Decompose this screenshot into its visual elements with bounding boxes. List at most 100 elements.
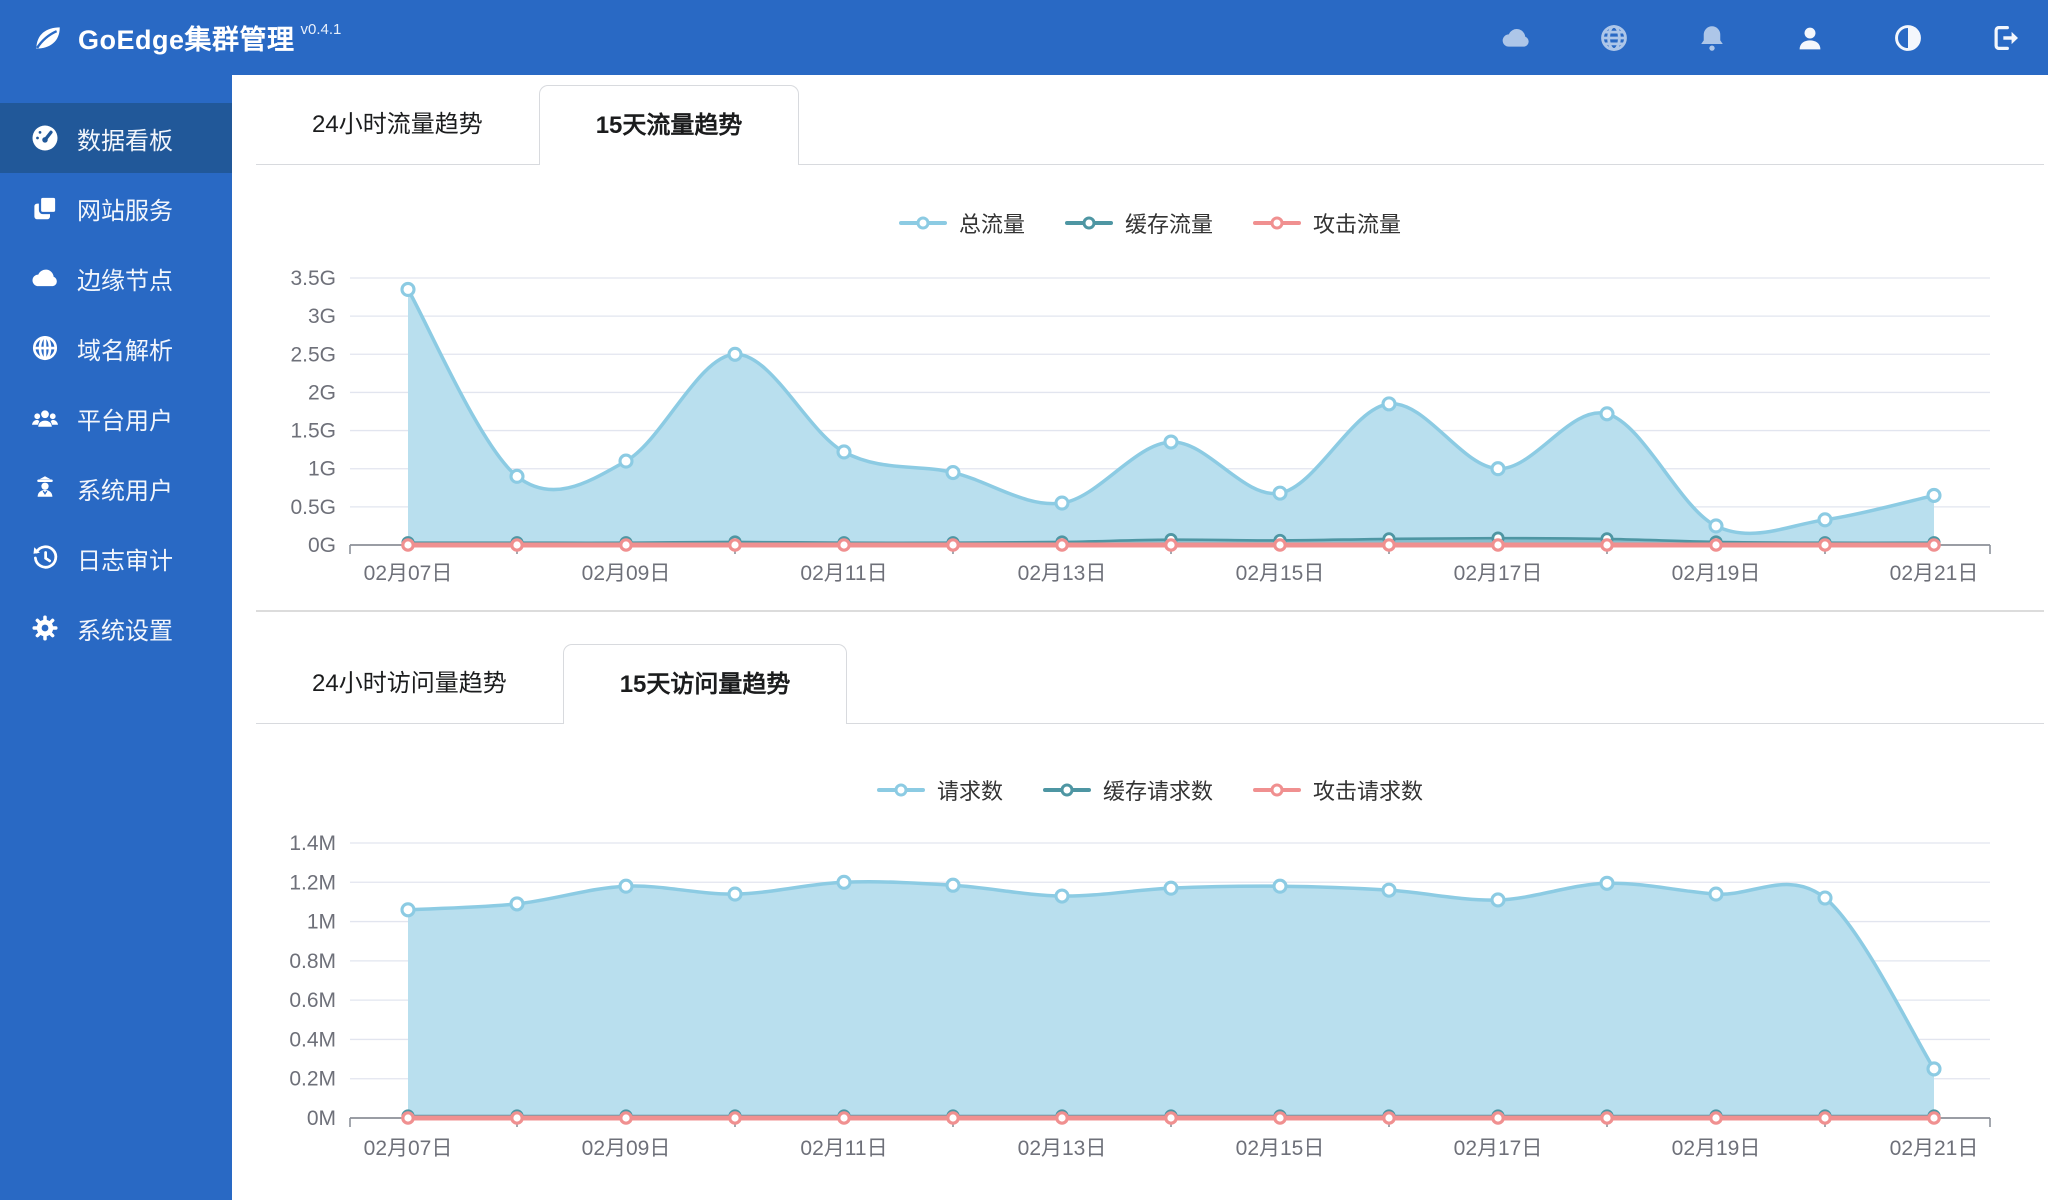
legend-item[interactable]: 缓存流量 (1064, 207, 1213, 239)
x-axis-label: 02月11日 (800, 1137, 887, 1160)
data-point (510, 1111, 524, 1125)
data-point (618, 453, 634, 469)
legend-label: 请求数 (936, 779, 1003, 804)
traffic-trend-panel: 24小时流量趋势 15天流量趋势 总流量 缓存流量 攻击流量 0G 0.5G 1G 1.5… (256, 85, 2044, 612)
data-point (1381, 396, 1397, 412)
system-users-icon (30, 473, 60, 503)
app-title: GoEdge集群管理 (78, 25, 295, 55)
data-point (946, 1111, 960, 1125)
data-point (1818, 1111, 1832, 1125)
data-point (1273, 1111, 1287, 1125)
data-point (1709, 538, 1723, 552)
x-axis-label: 02月21日 (1890, 562, 1979, 585)
sidebar-item-platform-users[interactable]: 平台用户 (0, 383, 232, 453)
sidebar: 数据看板 网站服务 边缘节点 域名解析 平台用户 系统用户 日志审计 系统设置 (0, 75, 232, 1200)
data-point (1818, 538, 1832, 552)
y-axis-label: 1M (307, 911, 336, 934)
sidebar-item-label: 边缘节点 (77, 267, 173, 295)
data-point (945, 464, 961, 481)
cloud-icon[interactable] (1500, 22, 1532, 54)
data-point (400, 281, 416, 297)
y-axis-label: 1G (308, 458, 336, 481)
data-point (400, 902, 416, 918)
sidebar-item-label: 平台用户 (77, 407, 173, 435)
legend-item[interactable]: 缓存请求数 (1042, 774, 1213, 806)
data-point (509, 468, 525, 484)
legend-item[interactable]: 总流量 (898, 207, 1025, 239)
y-axis-label: 3.5G (290, 267, 336, 290)
tab-15d-requests[interactable]: 15天访问量趋势 (562, 644, 848, 724)
x-axis-label: 02月19日 (1672, 562, 1761, 585)
sign-out-icon[interactable] (1990, 22, 2022, 54)
data-point (1163, 434, 1179, 450)
sidebar-item-label: 域名解析 (77, 337, 173, 365)
series-area-0 (408, 881, 1934, 1118)
tab-24h-traffic[interactable]: 24小时流量趋势 (256, 85, 539, 164)
sidebar-item-dns[interactable]: 域名解析 (0, 313, 232, 383)
data-point (619, 1111, 633, 1125)
y-axis-label: 0M (307, 1107, 336, 1130)
data-point (945, 877, 961, 893)
data-point (1055, 1111, 1069, 1125)
legend-marker-icon (876, 781, 925, 799)
sidebar-item-audit-log[interactable]: 日志审计 (0, 523, 232, 593)
y-axis-label: 0.2M (289, 1068, 336, 1091)
legend-label: 攻击流量 (1313, 212, 1402, 237)
y-axis-label: 0.6M (289, 989, 336, 1012)
app-brand[interactable]: GoEdge集群管理 v0.4.1 (30, 18, 341, 57)
legend-label: 缓存流量 (1124, 212, 1213, 237)
sidebar-item-edge-nodes[interactable]: 边缘节点 (0, 243, 232, 313)
data-point (1927, 1111, 1941, 1125)
x-axis-label: 02月07日 (364, 1137, 453, 1160)
data-point (1600, 538, 1614, 552)
data-point (727, 886, 743, 902)
data-point (1817, 890, 1833, 906)
requests-trend-chart: 0M 0.2M 0.4M 0.6M 0.8M 1M 1.2M 1.4M 02月07日 02月09日… (289, 832, 1991, 1160)
cloud-icon (30, 263, 60, 293)
legend-item[interactable]: 请求数 (876, 774, 1003, 806)
data-point (1382, 538, 1396, 552)
legend-marker-icon (1253, 214, 1301, 232)
x-axis-label: 02月17日 (1454, 1137, 1543, 1160)
sidebar-item-label: 日志审计 (77, 547, 173, 575)
sidebar-item-label: 数据看板 (77, 127, 173, 155)
data-point (946, 538, 960, 552)
sidebar-item-label: 系统用户 (77, 477, 173, 505)
bell-icon[interactable] (1696, 22, 1728, 54)
data-point (1491, 1111, 1505, 1125)
legend-label: 缓存请求数 (1102, 779, 1213, 804)
data-point (1163, 880, 1179, 896)
sidebar-item-sites[interactable]: 网站服务 (0, 173, 232, 243)
data-point (510, 538, 524, 552)
legend-item[interactable]: 攻击流量 (1253, 207, 1401, 239)
y-axis-label: 1.2M (289, 871, 336, 894)
y-axis-label: 2.5G (290, 343, 336, 366)
data-point (728, 538, 742, 552)
globe-icon[interactable] (1598, 22, 1630, 54)
x-axis-label: 02月09日 (582, 1137, 671, 1160)
sidebar-item-dashboard[interactable]: 数据看板 (0, 103, 232, 173)
y-axis-label: 0G (308, 534, 336, 557)
contrast-icon[interactable] (1892, 22, 1924, 54)
data-point (727, 346, 743, 362)
x-axis-label: 02月07日 (364, 562, 453, 585)
data-point (837, 538, 851, 552)
data-point (1490, 461, 1506, 477)
user-icon[interactable] (1794, 22, 1826, 54)
data-point (728, 1111, 742, 1125)
sidebar-item-settings[interactable]: 系统设置 (0, 593, 232, 663)
legend-item[interactable]: 攻击请求数 (1253, 774, 1423, 806)
tab-15d-traffic[interactable]: 15天流量趋势 (538, 85, 800, 165)
y-axis-label: 0.8M (289, 950, 336, 973)
sidebar-item-system-users[interactable]: 系统用户 (0, 453, 232, 523)
data-point (1491, 538, 1505, 552)
data-point (1054, 495, 1070, 511)
data-point (1927, 538, 1941, 552)
data-point (1599, 875, 1615, 891)
audit-log-icon (30, 543, 60, 573)
data-point (836, 874, 852, 890)
data-point (619, 538, 633, 552)
traffic-trend-chart: 0G 0.5G 1G 1.5G 2G 2.5G 3G 3.5G 02月07日 02月09日 02月1… (290, 267, 1991, 585)
tab-24h-requests[interactable]: 24小时访问量趋势 (256, 644, 563, 723)
data-point (1272, 485, 1288, 501)
